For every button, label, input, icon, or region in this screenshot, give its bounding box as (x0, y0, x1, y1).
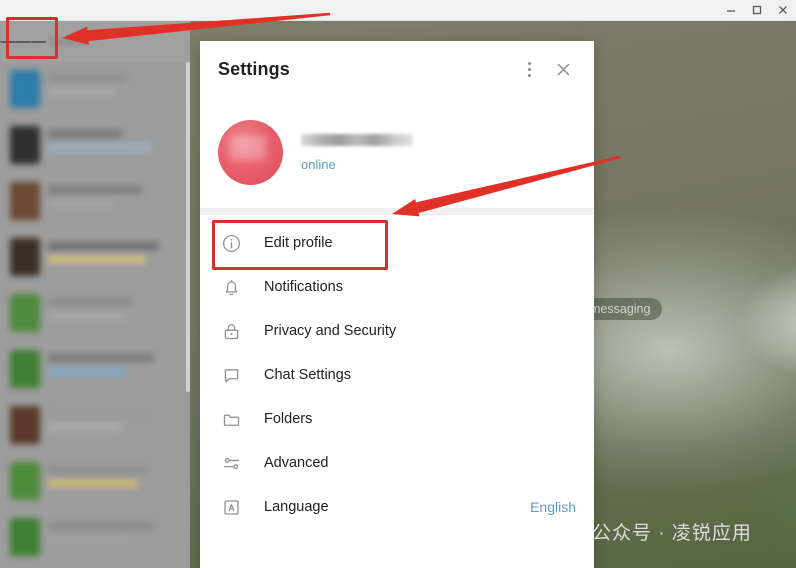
chat-preview-lines (48, 294, 180, 334)
chat-title-line (48, 410, 146, 418)
chat-title-line (48, 298, 132, 306)
chat-bubble-icon (220, 364, 242, 386)
hamburger-line (0, 41, 15, 43)
settings-menu-item-chat-settings[interactable]: Chat Settings (200, 353, 594, 397)
chat-list-item[interactable] (0, 230, 190, 286)
chat-list-sidebar[interactable]: Search (0, 21, 190, 568)
chat-list-item[interactable] (0, 510, 190, 566)
avatar[interactable] (218, 120, 283, 185)
chat-avatar (10, 518, 40, 556)
chat-list-item[interactable] (0, 286, 190, 342)
chat-snippet-line (48, 368, 127, 375)
chat-preview-lines (48, 182, 180, 222)
chat-avatar (10, 406, 40, 444)
kebab-dots (528, 62, 531, 77)
chat-snippet-line (48, 88, 117, 95)
chat-avatar (10, 182, 40, 220)
chat-list[interactable] (0, 62, 190, 568)
settings-menu-item-label: Language (264, 499, 508, 515)
more-options-icon[interactable] (512, 52, 546, 86)
chat-avatar (10, 126, 40, 164)
chat-title-line (48, 130, 122, 138)
chat-preview-lines (48, 238, 180, 278)
chat-title-line (48, 466, 147, 474)
sidebar-scrollbar[interactable] (186, 62, 190, 392)
sliders-icon (220, 452, 242, 474)
page-title: Settings (218, 59, 512, 80)
bell-icon (220, 276, 242, 298)
watermark: 公众号 · 凌锐应用 (556, 518, 752, 545)
settings-menu-item-notifications[interactable]: Notifications (200, 265, 594, 309)
hamburger-line (31, 41, 46, 43)
chat-list-item[interactable] (0, 118, 190, 174)
profile-meta: online (301, 134, 413, 172)
folder-icon (220, 408, 242, 430)
settings-menu-item-label: Folders (264, 411, 576, 427)
search-input[interactable]: Search (48, 34, 89, 49)
chat-list-item[interactable] (0, 342, 190, 398)
chat-avatar (10, 70, 40, 108)
chat-avatar (10, 350, 40, 388)
sidebar-search-bar[interactable]: Search (0, 21, 190, 62)
chat-avatar (10, 462, 40, 500)
chat-snippet-line (48, 256, 146, 263)
settings-menu-item-advanced[interactable]: Advanced (200, 441, 594, 485)
maximize-icon[interactable] (744, 0, 770, 20)
settings-menu-item-label: Privacy and Security (264, 323, 576, 339)
info-circle-icon (220, 232, 242, 254)
chat-preview-lines (48, 518, 180, 558)
chat-avatar (10, 238, 40, 276)
profile-summary[interactable]: online (200, 97, 594, 208)
chat-preview-lines (48, 350, 180, 390)
chat-title-line (48, 74, 127, 82)
chat-list-item[interactable] (0, 62, 190, 118)
close-dialog-icon[interactable] (546, 52, 580, 86)
chat-title-line (48, 354, 154, 362)
dialog-header: Settings (200, 41, 594, 97)
hamburger-line (15, 41, 30, 43)
chat-list-item[interactable] (0, 174, 190, 230)
chat-avatar (10, 294, 40, 332)
settings-menu-item-privacy-and-security[interactable]: Privacy and Security (200, 309, 594, 353)
settings-dialog: Settings online Edit profile Notification… (200, 41, 594, 568)
window-title-bar (0, 0, 796, 21)
chat-preview-lines (48, 70, 180, 110)
chat-list-item[interactable] (0, 454, 190, 510)
chat-preview-lines (48, 126, 180, 166)
settings-menu-item-label: Chat Settings (264, 367, 576, 383)
settings-menu-list[interactable]: Edit profile Notifications Privacy and Sec… (200, 215, 594, 529)
app-root: messaging Search Settings online Edit pr… (0, 0, 796, 568)
settings-menu-item-edit-profile[interactable]: Edit profile (200, 221, 594, 265)
chat-list-item[interactable] (0, 398, 190, 454)
chat-title-line (48, 186, 142, 194)
status-badge: online (301, 157, 413, 172)
chat-snippet-line (48, 480, 138, 487)
language-a-icon (220, 496, 242, 518)
chat-snippet-line (48, 200, 114, 207)
profile-name-redacted (301, 134, 413, 146)
chat-title-line (48, 522, 154, 530)
chat-snippet-line (48, 424, 121, 431)
chat-snippet-line (48, 312, 126, 319)
minimize-icon[interactable] (718, 0, 744, 20)
hamburger-menu-icon[interactable] (0, 21, 46, 62)
settings-menu-item-language[interactable]: Language English (200, 485, 594, 529)
wechat-icon (556, 519, 582, 545)
chat-preview-lines (48, 462, 180, 502)
settings-menu-item-label: Advanced (264, 455, 576, 471)
chat-title-line (48, 242, 159, 250)
chat-preview-lines (48, 406, 180, 446)
section-divider (200, 208, 594, 215)
settings-menu-item-folders[interactable]: Folders (200, 397, 594, 441)
chat-snippet-line (48, 144, 151, 151)
settings-menu-item-value[interactable]: English (530, 499, 576, 515)
settings-menu-item-label: Edit profile (264, 235, 576, 251)
close-icon[interactable] (770, 0, 796, 20)
chat-snippet-line (48, 536, 127, 543)
watermark-text: 公众号 · 凌锐应用 (592, 518, 752, 545)
settings-menu-item-label: Notifications (264, 279, 576, 295)
lock-icon (220, 320, 242, 342)
